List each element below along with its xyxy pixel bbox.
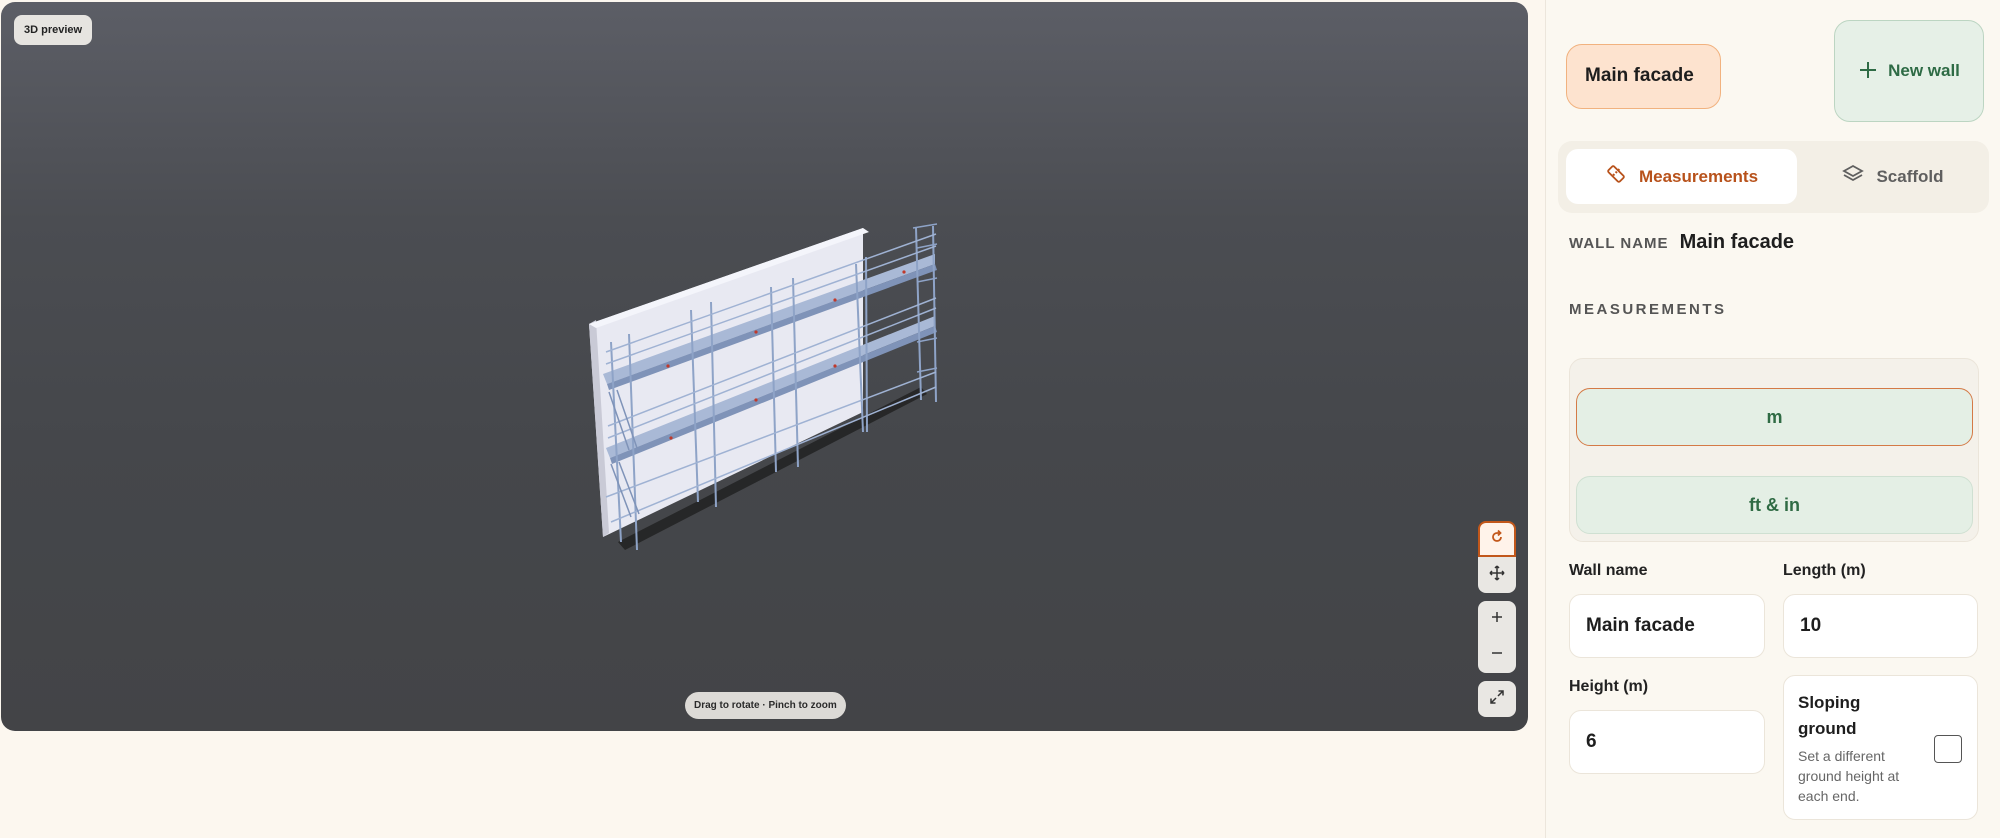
sloping-ground-description: Set a different ground height at each en… [1798, 748, 1900, 804]
unit-option-m[interactable]: m [1576, 388, 1973, 446]
layers-icon [1842, 163, 1865, 190]
plus-icon [1858, 57, 1878, 85]
wall-name-label: Wall name [1569, 562, 1648, 579]
fullscreen-button[interactable] [1478, 681, 1516, 717]
wall-chip-main-facade[interactable]: Main facade [1566, 44, 1721, 109]
plus-icon [1489, 609, 1505, 630]
panel-tabs: Measurements Scaffold [1558, 141, 1989, 213]
wall-name-key: WALL NAME [1569, 235, 1669, 252]
length-label: Length (m) [1783, 562, 1866, 579]
minus-icon [1489, 645, 1505, 666]
scaffold-3d-model [589, 223, 938, 551]
rotate-icon [1489, 529, 1505, 550]
height-field[interactable]: 6 [1569, 710, 1765, 774]
wall-settings-panel: Main facade New wall Measurements Scaffo… [1545, 0, 2000, 838]
wall-name-value: Main facade [1679, 231, 1795, 253]
measurements-section-title: MEASUREMENTS [1569, 301, 1727, 318]
ruler-icon [1605, 163, 1627, 190]
tab-measurements[interactable]: Measurements [1566, 149, 1797, 204]
sloping-ground-checkbox[interactable] [1934, 735, 1962, 763]
wall-name-summary: WALL NAME Main facade [1569, 231, 1794, 254]
sloping-ground-card: Sloping ground Set a different ground he… [1783, 675, 1978, 820]
rotate-mode-button[interactable] [1478, 521, 1516, 557]
zoom-in-button[interactable] [1478, 601, 1516, 637]
height-label: Height (m) [1569, 678, 1649, 695]
length-field[interactable]: 10 [1783, 594, 1978, 658]
pan-mode-button[interactable] [1478, 557, 1516, 593]
move-icon [1489, 564, 1505, 586]
tab-scaffold[interactable]: Scaffold [1797, 149, 1989, 204]
unit-option-ft-in[interactable]: ft & in [1576, 476, 1973, 534]
sloping-ground-title: Sloping ground [1798, 693, 1861, 738]
unit-selector: m ft & in [1569, 358, 1979, 542]
zoom-out-button[interactable] [1478, 637, 1516, 673]
3d-preview-badge: 3D preview [14, 15, 93, 45]
tab-measurements-label: Measurements [1638, 166, 1759, 186]
wall-name-field[interactable]: Main facade [1569, 594, 1765, 658]
expand-icon [1489, 689, 1505, 710]
tab-scaffold-label: Scaffold [1876, 166, 1944, 186]
3d-viewport[interactable]: 3D preview Drag to rotate · Pinch to zoo… [1, 2, 1528, 731]
interaction-hint: Drag to rotate · Pinch to zoom [685, 692, 846, 719]
new-wall-button[interactable]: New wall [1834, 20, 1984, 122]
new-wall-label: New wall [1888, 61, 1960, 80]
